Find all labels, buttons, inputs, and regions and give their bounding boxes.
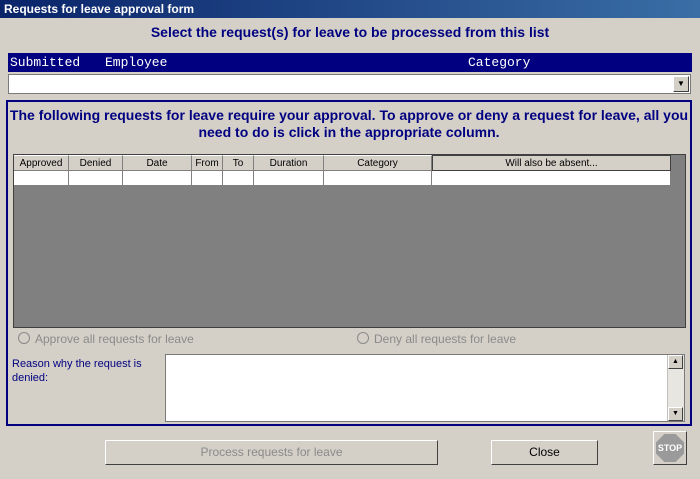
request-selector-combo[interactable]: ▼ [8, 74, 691, 94]
reason-textarea[interactable]: ▲ ▼ [165, 354, 685, 422]
col-from[interactable]: From [192, 155, 223, 171]
scroll-down-icon[interactable]: ▼ [668, 407, 683, 421]
stop-button[interactable]: STOP [653, 431, 687, 465]
cell-denied[interactable] [69, 171, 123, 186]
cell-approved[interactable] [14, 171, 69, 186]
chevron-down-icon[interactable]: ▼ [673, 76, 689, 92]
approve-all-label: Approve all requests for leave [35, 332, 194, 346]
reason-scrollbar[interactable]: ▲ ▼ [667, 355, 684, 421]
approval-panel: The following requests for leave require… [6, 100, 692, 426]
deny-all-label: Deny all requests for leave [374, 332, 517, 346]
intro-text: The following requests for leave require… [9, 107, 689, 140]
request-list-header: Submitted Employee Category [8, 53, 692, 72]
cell-category [324, 171, 432, 186]
col-approved[interactable]: Approved [14, 155, 69, 171]
cell-to [223, 171, 254, 186]
col-to[interactable]: To [223, 155, 254, 171]
cell-from [192, 171, 223, 186]
scroll-up-icon[interactable]: ▲ [668, 355, 683, 369]
header-category: Category [468, 55, 531, 70]
col-denied[interactable]: Denied [69, 155, 123, 171]
header-employee: Employee [105, 55, 168, 70]
leave-request-grid[interactable]: Approved Denied Date From To Duration Ca… [13, 154, 686, 328]
window-title: Requests for leave approval form [0, 0, 700, 18]
table-row[interactable] [14, 171, 671, 186]
page-heading: Select the request(s) for leave to be pr… [150, 24, 550, 40]
close-button[interactable]: Close [491, 440, 598, 465]
cell-also-absent [432, 171, 671, 186]
col-duration[interactable]: Duration [254, 155, 324, 171]
radio-icon[interactable] [18, 332, 30, 344]
deny-all-option[interactable]: Deny all requests for leave [357, 332, 516, 346]
col-date[interactable]: Date [123, 155, 192, 171]
stop-icon: STOP [656, 434, 684, 462]
radio-icon[interactable] [357, 332, 369, 344]
approve-all-option[interactable]: Approve all requests for leave [18, 332, 194, 346]
col-category[interactable]: Category [324, 155, 432, 171]
process-requests-button[interactable]: Process requests for leave [105, 440, 438, 465]
cell-date [123, 171, 192, 186]
reason-label: Reason why the request is denied: [12, 358, 142, 384]
header-submitted: Submitted [10, 55, 81, 70]
col-also-absent[interactable]: Will also be absent... [432, 155, 671, 171]
cell-duration [254, 171, 324, 186]
grid-header: Approved Denied Date From To Duration Ca… [14, 155, 671, 171]
